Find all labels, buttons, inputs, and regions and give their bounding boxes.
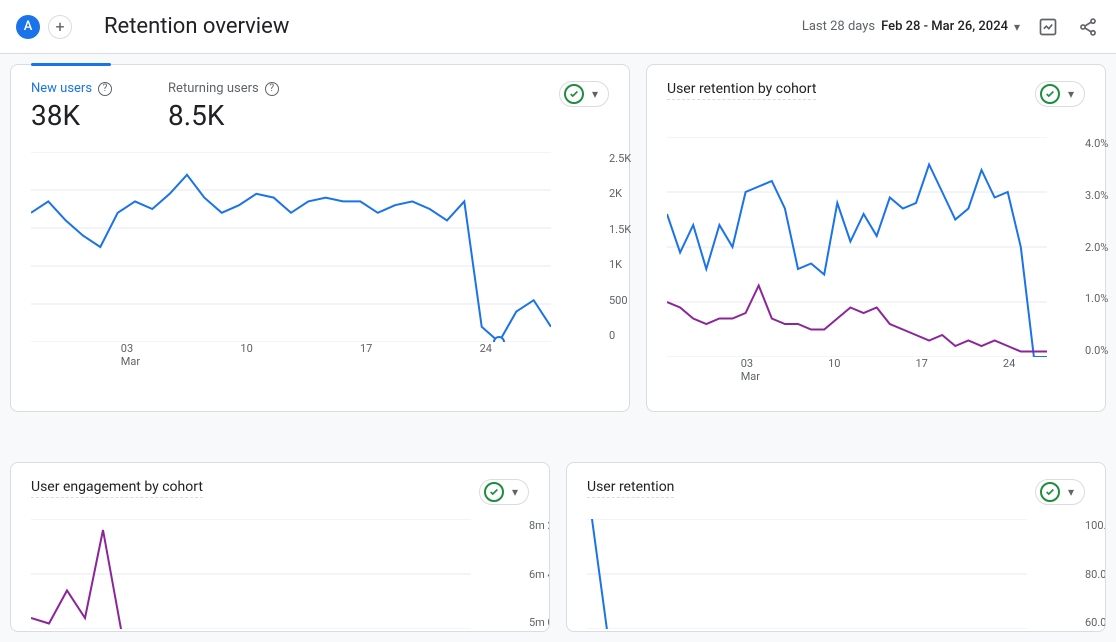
- metric-returning-users-value: 8.5K: [168, 99, 279, 132]
- card-actions[interactable]: ▾: [559, 81, 609, 107]
- chevron-down-icon: ▾: [1062, 87, 1080, 101]
- card-actions[interactable]: ▾: [1035, 81, 1085, 107]
- chevron-down-icon: ▾: [506, 485, 524, 499]
- card-title: User engagement by cohort: [31, 479, 203, 498]
- avatar[interactable]: A: [16, 15, 40, 39]
- card-title: User retention by cohort: [667, 81, 816, 100]
- check-icon: [1040, 482, 1060, 502]
- engagement-chart: 8m 20s6m 40s5m 00s: [31, 519, 529, 629]
- users-chart: 2.5K2K1.5K1K5000 03 Mar101724: [31, 152, 609, 352]
- retention-chart: 100.0%80.0%60.0%: [587, 519, 1085, 629]
- add-button[interactable]: +: [48, 15, 72, 39]
- chevron-down-icon: ▾: [1062, 485, 1080, 499]
- share-icon[interactable]: [1076, 15, 1100, 39]
- card-actions[interactable]: ▾: [479, 479, 529, 505]
- check-icon: [1040, 84, 1060, 104]
- help-icon[interactable]: ?: [265, 82, 279, 96]
- cohort-chart: 4.0%3.0%2.0%1.0%0.0% 03 Mar101724: [667, 137, 1085, 367]
- date-range-text: Feb 28 - Mar 26, 2024: [881, 19, 1008, 34]
- check-icon: [484, 482, 504, 502]
- metric-new-users-label[interactable]: New users ?: [31, 81, 112, 97]
- card-retention: User retention ▾ 100.0%80.0%60.0%: [566, 462, 1106, 632]
- metric-new-users-value: 38K: [31, 99, 112, 132]
- chevron-down-icon: ▾: [586, 87, 604, 101]
- insights-icon[interactable]: [1036, 15, 1060, 39]
- active-tab-indicator: [31, 63, 111, 66]
- card-title: User retention: [587, 479, 674, 498]
- date-prefix: Last 28 days: [802, 19, 875, 34]
- header-bar: A + Retention overview Last 28 days Feb …: [0, 0, 1116, 54]
- chevron-down-icon: ▾: [1014, 20, 1020, 34]
- help-icon[interactable]: ?: [98, 82, 112, 96]
- card-engagement: User engagement by cohort ▾ 8m 20s6m 40s…: [10, 462, 550, 632]
- date-range-picker[interactable]: Last 28 days Feb 28 - Mar 26, 2024 ▾: [802, 19, 1020, 34]
- card-cohort-retention: User retention by cohort ▾ 4.0%3.0%2.0%1…: [646, 64, 1106, 412]
- card-actions[interactable]: ▾: [1035, 479, 1085, 505]
- metric-returning-users-label[interactable]: Returning users ?: [168, 81, 279, 97]
- card-users-overview: New users ? 38K Returning users ? 8.5K: [10, 64, 630, 412]
- page-title: Retention overview: [104, 14, 289, 39]
- check-icon: [564, 84, 584, 104]
